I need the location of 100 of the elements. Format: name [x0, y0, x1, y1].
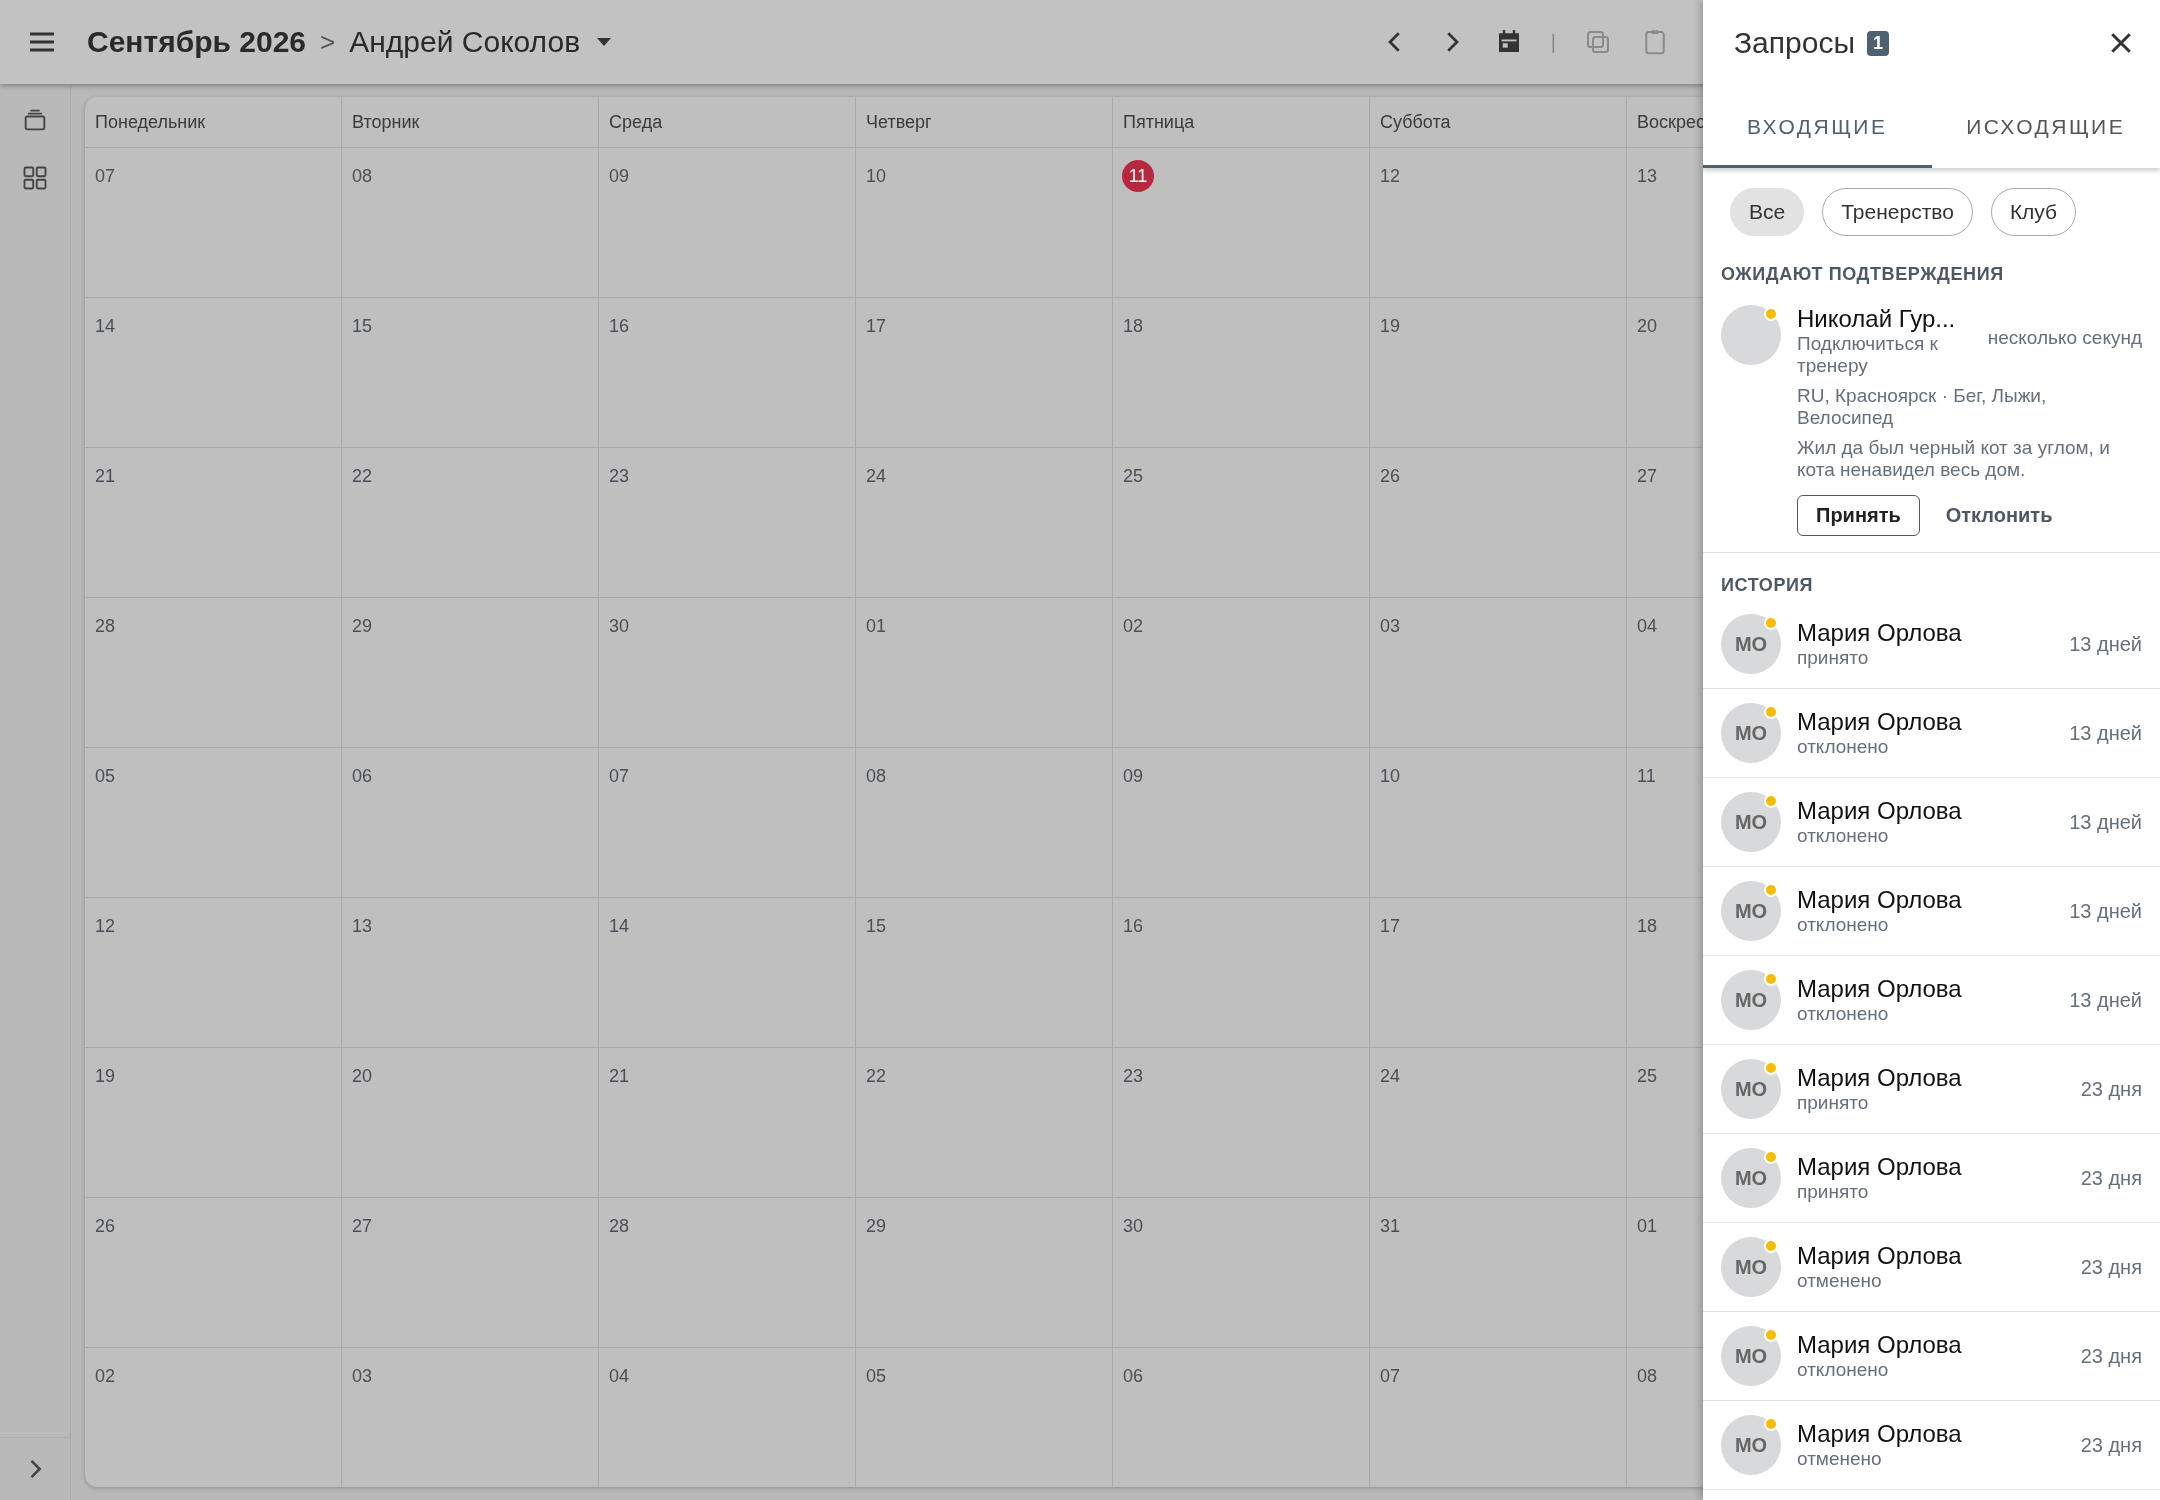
day-number[interactable]: 12	[95, 910, 116, 942]
filter-chip[interactable]: Тренерство	[1822, 188, 1973, 236]
day-number[interactable]: 14	[609, 910, 630, 942]
day-number[interactable]: 19	[95, 1060, 116, 1092]
day-number[interactable]: 29	[352, 610, 373, 642]
day-number[interactable]: 14	[95, 310, 116, 342]
avatar	[1721, 305, 1781, 365]
day-number[interactable]: 01	[866, 610, 887, 642]
day-number[interactable]: 16	[1123, 910, 1144, 942]
request-status: отклонено	[1797, 736, 1890, 758]
day-number[interactable]: 22	[866, 1060, 887, 1092]
day-number[interactable]: 11	[1122, 160, 1154, 192]
day-number[interactable]: 20	[352, 1060, 373, 1092]
tab[interactable]: ИСХОДЯЩИЕ	[1931, 86, 2160, 168]
day-number[interactable]: 05	[866, 1360, 887, 1392]
decline-button[interactable]: Отклонить	[1939, 495, 2059, 536]
history-item[interactable]: МО Мария Орлова отклонено 23 дня	[1703, 1312, 2160, 1401]
day-number[interactable]: 03	[1380, 610, 1401, 642]
day-number[interactable]: 08	[1637, 1360, 1658, 1392]
history-item[interactable]: МО Мария Орлова принято 23 дня	[1703, 1045, 2160, 1134]
day-number[interactable]: 02	[1123, 610, 1144, 642]
avatar: МО	[1721, 1326, 1781, 1386]
day-number[interactable]: 27	[1637, 460, 1658, 492]
history-item[interactable]: МО Мария Орлова отклонено 13 дней	[1703, 956, 2160, 1045]
day-number[interactable]: 07	[95, 160, 116, 192]
day-number[interactable]: 31	[1380, 1210, 1401, 1242]
day-number[interactable]: 20	[1637, 310, 1658, 342]
day-number[interactable]: 06	[352, 760, 373, 792]
day-number[interactable]: 03	[352, 1360, 373, 1392]
day-number[interactable]: 04	[609, 1360, 630, 1392]
day-number[interactable]: 18	[1637, 910, 1658, 942]
grid-icon[interactable]	[21, 164, 49, 192]
day-number[interactable]: 15	[866, 910, 887, 942]
day-number[interactable]: 01	[1637, 1210, 1658, 1242]
day-number[interactable]: 09	[609, 160, 630, 192]
tab[interactable]: ВХОДЯЩИЕ	[1703, 86, 1932, 168]
day-number[interactable]: 29	[866, 1210, 887, 1242]
day-number[interactable]: 24	[866, 460, 887, 492]
person-name: Мария Орлова	[1797, 1153, 1963, 1181]
day-number[interactable]: 10	[866, 160, 887, 192]
day-number[interactable]: 17	[866, 310, 887, 342]
toolbar-divider: |	[1550, 30, 1556, 54]
history-item[interactable]: МО Мария Орлова принято 23 дня	[1703, 1134, 2160, 1223]
history-item[interactable]: МО Мария Орлова принято 13 дней	[1703, 600, 2160, 689]
history-item[interactable]: МО Мария Орлова отклонено 13 дней	[1703, 867, 2160, 956]
day-number[interactable]: 24	[1380, 1060, 1401, 1092]
request-status: отменено	[1797, 1270, 1883, 1292]
day-number[interactable]: 25	[1123, 460, 1144, 492]
day-number[interactable]: 13	[352, 910, 373, 942]
day-number[interactable]: 02	[95, 1360, 116, 1392]
day-number[interactable]: 08	[352, 160, 373, 192]
history-item[interactable]: МО Мария Орлова отклонено 13 дней	[1703, 778, 2160, 867]
day-number[interactable]: 09	[1123, 760, 1144, 792]
day-number[interactable]: 26	[95, 1210, 116, 1242]
weekday-header: Понедельник	[85, 97, 342, 148]
day-number[interactable]: 12	[1380, 160, 1401, 192]
day-number[interactable]: 19	[1380, 310, 1401, 342]
day-number[interactable]: 10	[1380, 760, 1401, 792]
day-number[interactable]: 08	[866, 760, 887, 792]
history-item[interactable]: МО Мария Орлова отменено 23 дня	[1703, 1401, 2160, 1490]
request-type: Подключиться к тренеру	[1797, 333, 1939, 377]
accept-button[interactable]: Принять	[1797, 495, 1920, 536]
day-number[interactable]: 13	[1637, 160, 1658, 192]
day-number[interactable]: 26	[1380, 460, 1401, 492]
request-status: отклонено	[1797, 1003, 1890, 1025]
day-number[interactable]: 27	[352, 1210, 373, 1242]
day-number[interactable]: 05	[95, 760, 116, 792]
day-number[interactable]: 30	[609, 610, 630, 642]
request-status: принято	[1797, 1181, 1870, 1203]
elapsed-time: 13 дней	[2069, 899, 2142, 923]
day-number[interactable]: 17	[1380, 910, 1401, 942]
day-number[interactable]: 23	[1123, 1060, 1144, 1092]
history-item[interactable]: МО Мария Орлова отклонено 13 дней	[1703, 689, 2160, 778]
day-number[interactable]: 18	[1123, 310, 1144, 342]
elapsed-time: 13 дней	[2069, 721, 2142, 745]
day-number[interactable]: 28	[95, 610, 116, 642]
person-name: Мария Орлова	[1797, 1331, 1963, 1359]
day-number[interactable]: 28	[609, 1210, 630, 1242]
elapsed-time: 23 дня	[2080, 1433, 2142, 1457]
request-status: отклонено	[1797, 825, 1890, 847]
filter-chip[interactable]: Клуб	[1990, 188, 2077, 236]
day-number[interactable]: 25	[1637, 1060, 1658, 1092]
day-number[interactable]: 21	[609, 1060, 630, 1092]
day-number[interactable]: 11	[1637, 760, 1656, 792]
filter-chip[interactable]: Все	[1730, 188, 1805, 236]
person-name: Мария Орлова	[1797, 1064, 1963, 1092]
elapsed-time: 23 дня	[2080, 1166, 2142, 1190]
day-number[interactable]: 16	[609, 310, 630, 342]
history-item[interactable]: МО Мария Орлова отменено 23 дня	[1703, 1223, 2160, 1312]
day-number[interactable]: 22	[352, 460, 373, 492]
day-number[interactable]: 07	[609, 760, 630, 792]
day-number[interactable]: 21	[95, 460, 116, 492]
day-number[interactable]: 15	[352, 310, 373, 342]
requester-name: Николай Гур...	[1797, 305, 1957, 333]
day-number[interactable]: 23	[609, 460, 630, 492]
day-number[interactable]: 07	[1380, 1360, 1401, 1392]
person-name[interactable]: Андрей Соколов	[349, 25, 581, 59]
day-number[interactable]: 30	[1123, 1210, 1144, 1242]
day-number[interactable]: 04	[1637, 610, 1658, 642]
day-number[interactable]: 06	[1123, 1360, 1144, 1392]
